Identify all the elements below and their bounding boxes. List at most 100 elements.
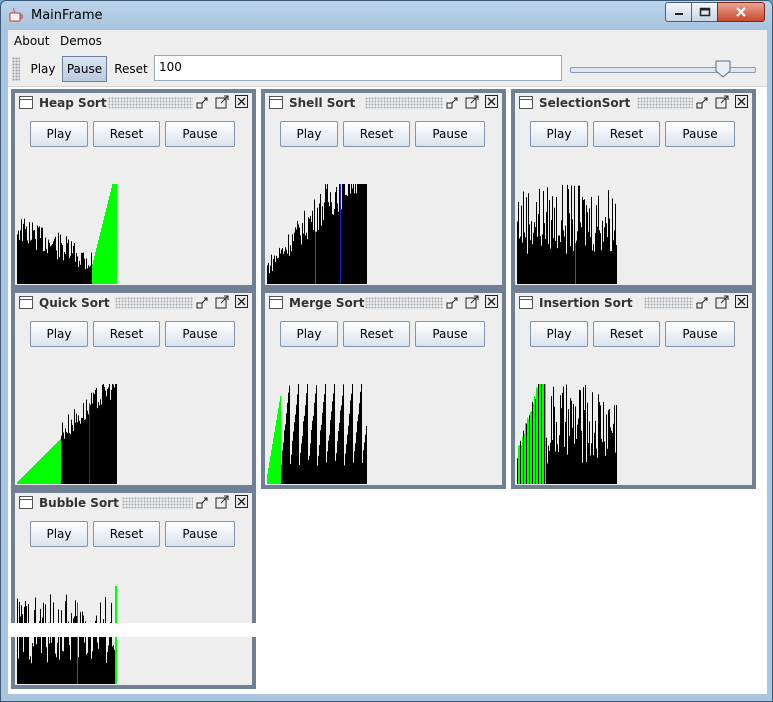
chart-bar (533, 403, 534, 484)
chart-bar (111, 188, 112, 284)
size-input[interactable]: 100 (154, 55, 562, 81)
frame-title-bar[interactable]: Heap Sort (15, 93, 252, 113)
frame-reset-button[interactable]: Reset (343, 121, 410, 147)
frame-play-button[interactable]: Play (30, 121, 88, 147)
chart-bar (274, 432, 275, 484)
chart-bar (27, 472, 28, 484)
frame-maximize-icon[interactable] (214, 294, 230, 310)
chart-bar (287, 402, 288, 484)
frame-title-bar[interactable]: Merge Sort (265, 293, 502, 313)
chart-bar (97, 244, 98, 284)
frame-selectionsort[interactable]: SelectionSort Play Reset Pause (511, 89, 756, 289)
frame-close-icon[interactable] (734, 294, 750, 310)
frame-quick-sort[interactable]: Quick Sort Play Reset Pause (11, 289, 256, 489)
toolbar-grip[interactable] (12, 57, 20, 81)
chart-bar (582, 196, 583, 284)
frame-play-button[interactable]: Play (30, 521, 88, 547)
title-bar[interactable]: MainFrame (1, 1, 772, 29)
maximize-button[interactable] (691, 2, 718, 22)
slider-thumb[interactable] (715, 60, 731, 78)
frame-title-bar[interactable]: Bubble Sort (15, 493, 252, 513)
iconify-icon[interactable] (445, 94, 461, 110)
frame-shell-sort[interactable]: Shell Sort Play Reset Pause (261, 89, 506, 289)
chart-bar (88, 414, 89, 484)
frame-heap-sort[interactable]: Heap Sort Play Reset Pause (11, 89, 256, 289)
toolbar-reset-button[interactable]: Reset (110, 56, 152, 82)
chart-bar (281, 249, 282, 284)
frame-maximize-icon[interactable] (714, 294, 730, 310)
iconify-icon[interactable] (195, 494, 211, 510)
chart-bar (546, 211, 547, 284)
frame-close-icon[interactable] (484, 294, 500, 310)
frame-icon (19, 496, 33, 509)
chart-bar (33, 646, 34, 684)
frame-pause-button[interactable]: Pause (165, 321, 235, 347)
chart-bar (283, 253, 284, 284)
chart-bar (366, 425, 367, 484)
frame-maximize-icon[interactable] (464, 94, 480, 110)
chart-bar (595, 420, 596, 484)
chart-bar (550, 248, 551, 284)
frame-reset-button[interactable]: Reset (593, 321, 660, 347)
frame-merge-sort[interactable]: Merge Sort Play Reset Pause (261, 289, 506, 489)
iconify-icon[interactable] (195, 294, 211, 310)
menu-demos[interactable]: Demos (60, 34, 102, 48)
frame-reset-button[interactable]: Reset (93, 121, 160, 147)
iconify-icon[interactable] (195, 94, 211, 110)
chart-bar (278, 408, 279, 484)
frame-pause-button[interactable]: Pause (665, 321, 735, 347)
bar-chart (517, 184, 617, 284)
chart-bar (79, 420, 80, 484)
menu-about[interactable]: About (14, 34, 49, 48)
frame-pause-button[interactable]: Pause (165, 121, 235, 147)
frame-pause-button[interactable]: Pause (415, 321, 485, 347)
chart-bar (335, 192, 336, 284)
frame-play-button[interactable]: Play (280, 321, 338, 347)
chart-bar (24, 218, 25, 284)
frame-play-button[interactable]: Play (530, 121, 588, 147)
iconify-icon[interactable] (695, 294, 711, 310)
frame-title-bar[interactable]: Insertion Sort (515, 293, 752, 313)
frame-play-button[interactable]: Play (30, 321, 88, 347)
chart-bar (38, 227, 39, 284)
frame-close-icon[interactable] (734, 94, 750, 110)
iconify-icon[interactable] (445, 294, 461, 310)
frame-close-icon[interactable] (234, 294, 250, 310)
frame-reset-button[interactable]: Reset (343, 321, 410, 347)
chart-bar (48, 451, 49, 484)
frame-pause-button[interactable]: Pause (165, 521, 235, 547)
chart-bar (616, 245, 617, 284)
frame-maximize-icon[interactable] (214, 94, 230, 110)
frame-reset-button[interactable]: Reset (93, 321, 160, 347)
chart-bar (101, 636, 102, 684)
toolbar: Play Pause Reset 100 (8, 52, 767, 87)
frame-maximize-icon[interactable] (214, 494, 230, 510)
frame-bubble-sort[interactable]: Bubble Sort Play Reset Pause (11, 489, 256, 689)
frame-close-icon[interactable] (234, 94, 250, 110)
frame-close-icon[interactable] (234, 494, 250, 510)
chart-bar (81, 417, 82, 484)
toolbar-pause-button[interactable]: Pause (62, 56, 107, 82)
frame-pause-button[interactable]: Pause (665, 121, 735, 147)
minimize-button[interactable] (665, 2, 692, 22)
frame-reset-button[interactable]: Reset (93, 521, 160, 547)
frame-title-bar[interactable]: SelectionSort (515, 93, 752, 113)
frame-close-icon[interactable] (484, 94, 500, 110)
toolbar-play-button[interactable]: Play (26, 56, 60, 82)
frame-maximize-icon[interactable] (464, 294, 480, 310)
frame-title-bar[interactable]: Quick Sort (15, 293, 252, 313)
chart-bar (557, 248, 558, 284)
frame-play-button[interactable]: Play (280, 121, 338, 147)
close-button[interactable] (717, 2, 765, 22)
frame-maximize-icon[interactable] (714, 94, 730, 110)
frame-play-button[interactable]: Play (530, 321, 588, 347)
frame-insertion-sort[interactable]: Insertion Sort Play Reset Pause (511, 289, 756, 489)
frame-reset-button[interactable]: Reset (593, 121, 660, 147)
frame-pause-button[interactable]: Pause (415, 121, 485, 147)
chart-bar (333, 214, 334, 284)
iconify-icon[interactable] (695, 94, 711, 110)
chart-bar (609, 409, 610, 484)
chart-bar (70, 659, 71, 684)
chart-bar (289, 385, 290, 484)
frame-title-bar[interactable]: Shell Sort (265, 93, 502, 113)
